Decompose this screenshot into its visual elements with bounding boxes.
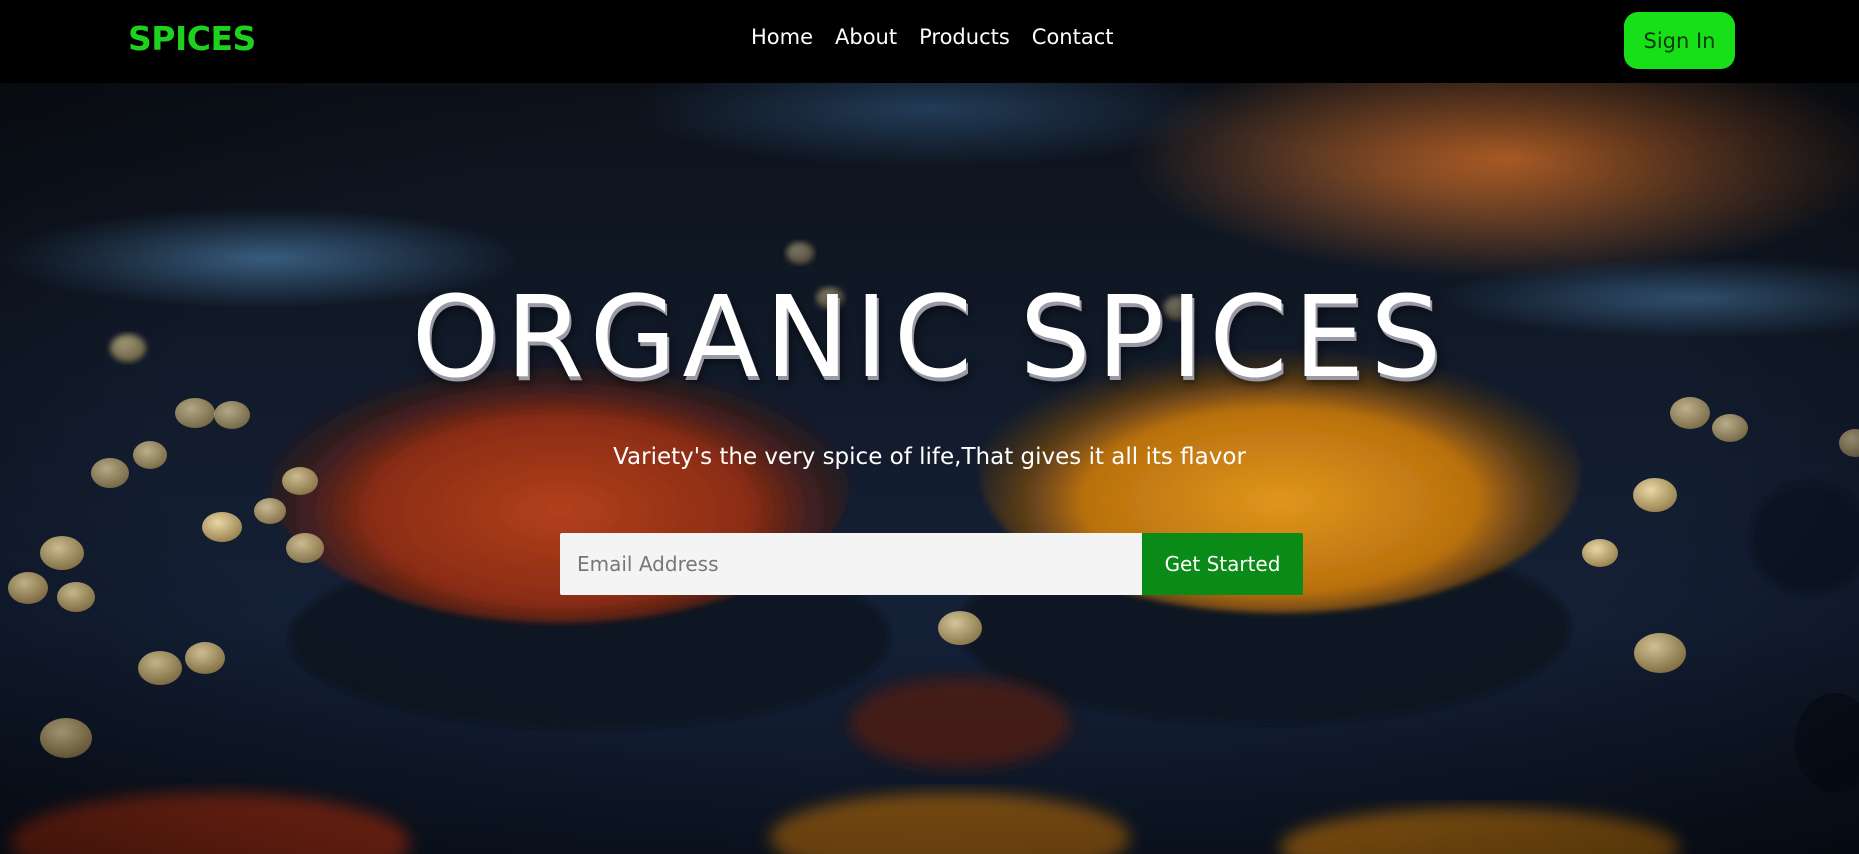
nav-link-about[interactable]: About bbox=[835, 25, 897, 49]
nav-link-contact[interactable]: Contact bbox=[1032, 25, 1114, 49]
hero-subtitle: Variety's the very spice of life,That gi… bbox=[613, 444, 1246, 470]
nav-link-products[interactable]: Products bbox=[919, 25, 1010, 49]
nav-links: Home About Products Contact bbox=[751, 25, 1114, 49]
email-signup-form: Get Started bbox=[560, 533, 1303, 595]
get-started-button[interactable]: Get Started bbox=[1142, 533, 1303, 595]
hero-title: ORGANIC SPICES bbox=[411, 273, 1448, 403]
brand-logo[interactable]: SPICES bbox=[128, 19, 256, 58]
nav-link-home[interactable]: Home bbox=[751, 25, 813, 49]
sign-in-button[interactable]: Sign In bbox=[1624, 12, 1735, 69]
email-address-input[interactable] bbox=[560, 533, 1142, 595]
navbar: SPICES Home About Products Contact Sign … bbox=[0, 0, 1859, 83]
page: SPICES Home About Products Contact Sign … bbox=[0, 0, 1859, 854]
